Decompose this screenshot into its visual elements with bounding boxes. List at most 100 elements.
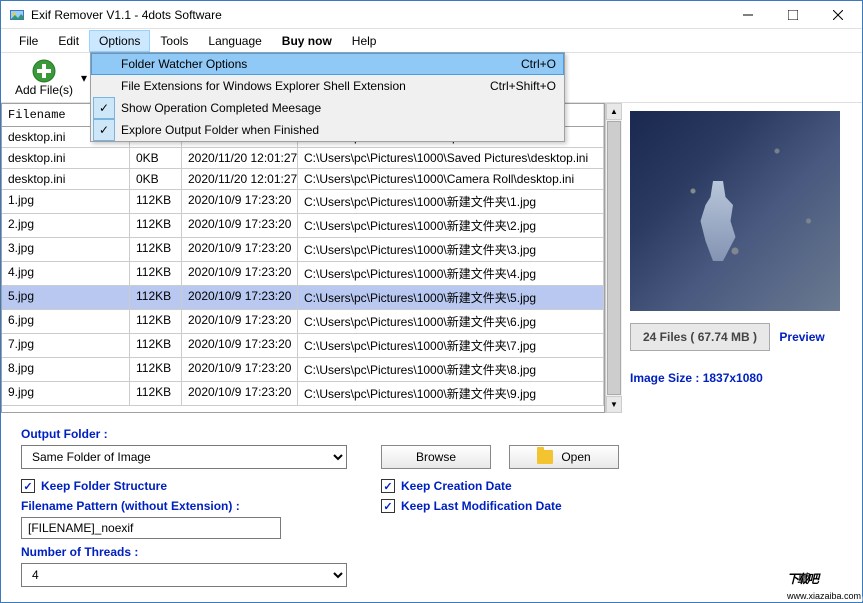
image-size-label: Image Size : 1837x1080 — [630, 371, 854, 385]
cell-path: C:\Users\pc\Pictures\1000\Saved Pictures… — [298, 148, 604, 168]
check-icon: ✓ — [93, 97, 115, 119]
add-files-dropdown[interactable]: ▾ — [79, 71, 89, 85]
cell-file: desktop.ini — [2, 169, 130, 189]
menu-item-label: Explore Output Folder when Finished — [121, 123, 319, 137]
table-row[interactable]: 5.jpg112KB2020/10/9 17:23:20C:\Users\pc\… — [2, 286, 604, 310]
cell-file: 6.jpg — [2, 310, 130, 333]
cell-date: 2020/10/9 17:23:20 — [182, 382, 298, 405]
table-row[interactable]: 4.jpg112KB2020/10/9 17:23:20C:\Users\pc\… — [2, 262, 604, 286]
app-icon — [9, 7, 25, 23]
table-row[interactable]: 7.jpg112KB2020/10/9 17:23:20C:\Users\pc\… — [2, 334, 604, 358]
menu-language[interactable]: Language — [198, 30, 271, 52]
table-row[interactable]: 2.jpg112KB2020/10/9 17:23:20C:\Users\pc\… — [2, 214, 604, 238]
cell-path: C:\Users\pc\Pictures\1000\新建文件夹\6.jpg — [298, 310, 604, 333]
menu-help[interactable]: Help — [342, 30, 387, 52]
menu-edit[interactable]: Edit — [48, 30, 89, 52]
cell-date: 2020/10/9 17:23:20 — [182, 286, 298, 309]
table-row[interactable]: 6.jpg112KB2020/10/9 17:23:20C:\Users\pc\… — [2, 310, 604, 334]
menu-explore-output[interactable]: ✓ Explore Output Folder when Finished — [91, 119, 564, 141]
cell-file: 2.jpg — [2, 214, 130, 237]
keep-structure-checkbox[interactable]: ✓ — [21, 479, 35, 493]
minimize-button[interactable] — [725, 1, 770, 29]
cell-path: C:\Users\pc\Pictures\1000\新建文件夹\7.jpg — [298, 334, 604, 357]
scroll-thumb[interactable] — [607, 121, 621, 395]
add-files-button[interactable]: Add File(s) — [9, 57, 79, 99]
cell-size: 112KB — [130, 382, 182, 405]
cell-path: C:\Users\pc\Pictures\1000\新建文件夹\4.jpg — [298, 262, 604, 285]
table-row[interactable]: 1.jpg112KB2020/10/9 17:23:20C:\Users\pc\… — [2, 190, 604, 214]
table-row[interactable]: desktop.ini0KB2020/11/20 12:01:27C:\User… — [2, 169, 604, 190]
cell-size: 112KB — [130, 190, 182, 213]
output-folder-label: Output Folder : — [21, 427, 381, 441]
maximize-button[interactable] — [770, 1, 815, 29]
menu-options[interactable]: Options — [89, 30, 150, 52]
file-count-button[interactable]: 24 Files ( 67.74 MB ) — [630, 323, 770, 351]
cell-size: 112KB — [130, 286, 182, 309]
menu-file[interactable]: File — [9, 30, 48, 52]
scroll-up-button[interactable]: ▲ — [606, 103, 622, 120]
cell-path: C:\Users\pc\Pictures\1000\新建文件夹\1.jpg — [298, 190, 604, 213]
cell-file: 4.jpg — [2, 262, 130, 285]
plus-icon — [32, 59, 56, 83]
bottom-panel: Output Folder : Same Folder of Image ✓ K… — [1, 413, 862, 595]
cell-size: 112KB — [130, 358, 182, 381]
menu-file-extensions[interactable]: File Extensions for Windows Explorer She… — [91, 75, 564, 97]
grid-body[interactable]: desktop.ini0KB2020/11/19 13:08:49C:\User… — [2, 127, 604, 411]
open-button[interactable]: Open — [509, 445, 619, 469]
cell-path: C:\Users\pc\Pictures\1000\新建文件夹\8.jpg — [298, 358, 604, 381]
open-button-label: Open — [561, 450, 590, 464]
cell-date: 2020/10/9 17:23:20 — [182, 310, 298, 333]
titlebar: Exif Remover V1.1 - 4dots Software — [1, 1, 862, 29]
preview-link[interactable]: Preview — [779, 330, 824, 344]
scroll-down-button[interactable]: ▼ — [606, 396, 622, 413]
menu-show-message[interactable]: ✓ Show Operation Completed Meesage — [91, 97, 564, 119]
menu-folder-watcher[interactable]: Folder Watcher Options Ctrl+O — [91, 53, 564, 75]
filename-pattern-input[interactable] — [21, 517, 281, 539]
check-icon: ✓ — [93, 119, 115, 141]
menu-item-label: File Extensions for Windows Explorer She… — [121, 79, 406, 93]
keep-creation-checkbox[interactable]: ✓ — [381, 479, 395, 493]
cell-path: C:\Users\pc\Pictures\1000\新建文件夹\2.jpg — [298, 214, 604, 237]
cell-file: 9.jpg — [2, 382, 130, 405]
cell-size: 112KB — [130, 334, 182, 357]
table-row[interactable]: desktop.ini0KB2020/11/20 12:01:27C:\User… — [2, 148, 604, 169]
browse-button[interactable]: Browse — [381, 445, 491, 469]
menu-item-label: Folder Watcher Options — [121, 57, 247, 71]
menu-tools[interactable]: Tools — [150, 30, 198, 52]
cell-file: desktop.ini — [2, 148, 130, 168]
menu-item-label: Show Operation Completed Meesage — [121, 101, 321, 115]
cell-file: 8.jpg — [2, 358, 130, 381]
cell-file: 1.jpg — [2, 190, 130, 213]
cell-file: 7.jpg — [2, 334, 130, 357]
output-folder-select[interactable]: Same Folder of Image — [21, 445, 347, 469]
table-row[interactable]: 3.jpg112KB2020/10/9 17:23:20C:\Users\pc\… — [2, 238, 604, 262]
cell-size: 112KB — [130, 238, 182, 261]
cell-date: 2020/10/9 17:23:20 — [182, 358, 298, 381]
cell-file: 5.jpg — [2, 286, 130, 309]
vertical-scrollbar[interactable]: ▲ ▼ — [605, 103, 622, 413]
close-button[interactable] — [815, 1, 860, 29]
cell-size: 0KB — [130, 148, 182, 168]
threads-select[interactable]: 4 — [21, 563, 347, 587]
watermark: 下载吧 www.xiazaiba.com — [787, 557, 861, 601]
cell-path: C:\Users\pc\Pictures\1000\新建文件夹\3.jpg — [298, 238, 604, 261]
cell-date: 2020/10/9 17:23:20 — [182, 262, 298, 285]
cell-size: 112KB — [130, 262, 182, 285]
cell-date: 2020/11/20 12:01:27 — [182, 148, 298, 168]
table-row[interactable]: 9.jpg112KB2020/10/9 17:23:20C:\Users\pc\… — [2, 382, 604, 406]
keep-modification-checkbox[interactable]: ✓ — [381, 499, 395, 513]
menu-buynow[interactable]: Buy now — [272, 30, 342, 52]
filename-pattern-label: Filename Pattern (without Extension) : — [21, 499, 381, 513]
table-row[interactable]: 8.jpg112KB2020/10/9 17:23:20C:\Users\pc\… — [2, 358, 604, 382]
menu-shortcut: Ctrl+O — [481, 57, 556, 71]
cell-file: 3.jpg — [2, 238, 130, 261]
cell-path: C:\Users\pc\Pictures\1000\新建文件夹\5.jpg — [298, 286, 604, 309]
keep-structure-label: Keep Folder Structure — [41, 479, 167, 493]
keep-creation-label: Keep Creation Date — [401, 479, 512, 493]
cell-size: 112KB — [130, 310, 182, 333]
file-grid: Filename desktop.ini0KB2020/11/19 13:08:… — [1, 103, 605, 413]
cell-date: 2020/10/9 17:23:20 — [182, 334, 298, 357]
cell-path: C:\Users\pc\Pictures\1000\Camera Roll\de… — [298, 169, 604, 189]
folder-icon — [537, 450, 553, 464]
window-title: Exif Remover V1.1 - 4dots Software — [31, 8, 725, 22]
